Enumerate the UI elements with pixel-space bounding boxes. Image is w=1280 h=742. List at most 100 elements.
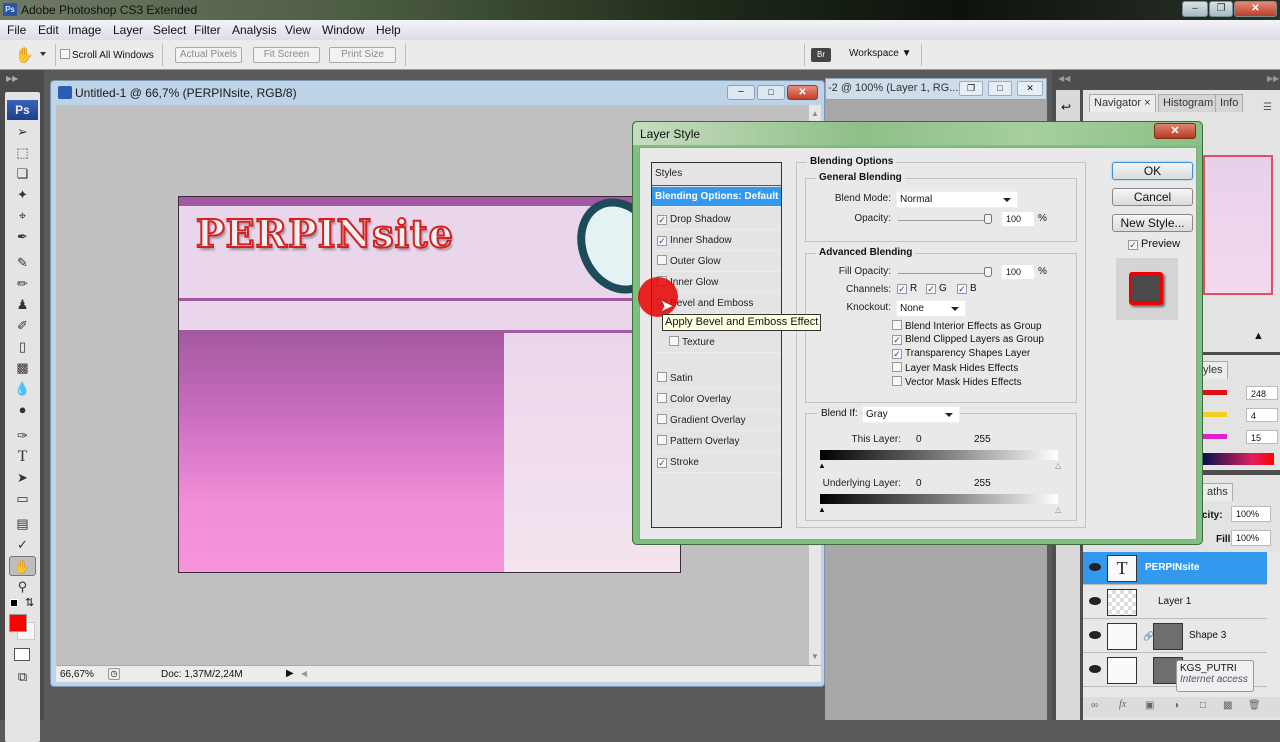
channel-b-checkbox[interactable]: B: [952, 283, 977, 294]
marquee-tool-icon[interactable]: ⬚: [5, 143, 40, 163]
brush-tool-icon[interactable]: ✏: [5, 274, 40, 294]
dialog-close-button[interactable]: ✕: [1154, 123, 1196, 139]
fill-opacity-slider-handle[interactable]: [984, 267, 992, 277]
option-blend-clipped-layers-as-group[interactable]: Blend Clipped Layers as Group: [892, 334, 1044, 345]
style-checkbox[interactable]: [669, 336, 679, 346]
new-layer-icon[interactable]: ▩: [1223, 700, 1232, 711]
swap-colors-icon[interactable]: ⇅: [25, 596, 34, 609]
visibility-eye-icon[interactable]: [1089, 631, 1101, 639]
knockout-select[interactable]: None: [896, 300, 966, 317]
blue-slider[interactable]: [1202, 434, 1227, 439]
style-stroke[interactable]: Stroke: [652, 453, 781, 473]
navigator-preview[interactable]: [1203, 155, 1273, 295]
layer-row-layer1[interactable]: Layer 1: [1083, 586, 1267, 619]
ps-logo[interactable]: Ps: [7, 100, 38, 120]
this-layer-gradient[interactable]: [820, 450, 1058, 460]
pen-tool-icon[interactable]: ✑: [5, 426, 40, 446]
doc-maximize-button[interactable]: □: [757, 85, 785, 100]
green-value[interactable]: 4: [1246, 408, 1278, 422]
visibility-eye-icon[interactable]: [1089, 665, 1101, 673]
option-blend-interior-effects-as-group[interactable]: Blend Interior Effects as Group: [892, 320, 1042, 332]
fx-icon[interactable]: fx: [1119, 699, 1126, 710]
path-selection-tool-icon[interactable]: ➤: [5, 468, 40, 488]
doc2-close-button[interactable]: ✕: [1017, 81, 1043, 96]
add-mask-icon[interactable]: ▣: [1145, 700, 1154, 711]
channel-r-checkbox[interactable]: R: [892, 283, 917, 294]
tab-histogram[interactable]: Histogram: [1158, 94, 1219, 112]
notes-tool-icon[interactable]: ▤: [5, 514, 40, 534]
style-outer-glow[interactable]: Outer Glow: [652, 252, 781, 272]
gradient-tool-icon[interactable]: ▩: [5, 358, 40, 378]
expand-toolbox-icon[interactable]: ▶▶: [6, 74, 18, 83]
clone-stamp-tool-icon[interactable]: ♟: [5, 295, 40, 315]
foreground-color-swatch[interactable]: [9, 614, 27, 632]
underlying-gradient[interactable]: [820, 494, 1058, 504]
history-brush-tool-icon[interactable]: ✐: [5, 316, 40, 336]
style-pattern-overlay[interactable]: Pattern Overlay: [652, 432, 781, 452]
tab-navigator[interactable]: Navigator ×: [1089, 94, 1156, 112]
style-checkbox[interactable]: [657, 372, 667, 382]
dodge-tool-icon[interactable]: ●: [5, 400, 40, 420]
opacity-slider-track[interactable]: [898, 220, 992, 221]
this-layer-black-handle[interactable]: ▲: [818, 461, 826, 470]
dialog-titlebar[interactable]: Layer Style ✕: [633, 122, 1202, 145]
underlying-white-handle[interactable]: △: [1055, 505, 1061, 514]
delete-layer-icon[interactable]: 🗑: [1248, 700, 1261, 711]
tab-paths[interactable]: aths: [1202, 483, 1233, 501]
fill-opacity-slider-track[interactable]: [898, 273, 992, 274]
bridge-icon[interactable]: Br: [811, 48, 831, 62]
new-style-button[interactable]: New Style...: [1112, 214, 1193, 232]
menu-file[interactable]: File: [7, 23, 26, 37]
collapse-dock-icon[interactable]: ◀◀: [1058, 74, 1070, 83]
layer-row-shape3[interactable]: 🔗 Shape 3: [1083, 620, 1267, 653]
actual-pixels-button[interactable]: Actual Pixels: [175, 47, 242, 63]
option-vector-mask-hides-effects[interactable]: Vector Mask Hides Effects: [892, 376, 1022, 388]
crop-tool-icon[interactable]: ⌖: [5, 206, 40, 226]
preview-checkbox[interactable]: Preview: [1123, 238, 1180, 250]
cancel-button[interactable]: Cancel: [1112, 188, 1193, 206]
style-inner-shadow[interactable]: Inner Shadow: [652, 231, 781, 251]
minimize-button[interactable]: –: [1182, 1, 1208, 17]
style-drop-shadow[interactable]: Drop Shadow: [652, 210, 781, 230]
layer-row-perpinsite[interactable]: T PERPINsite: [1083, 552, 1267, 585]
blur-tool-icon[interactable]: 💧: [5, 379, 40, 399]
default-colors-icon[interactable]: [10, 599, 18, 607]
color-spectrum[interactable]: [1202, 453, 1274, 465]
scroll-left-icon[interactable]: ◀: [301, 669, 307, 678]
underlying-black-handle[interactable]: ▲: [818, 505, 826, 514]
type-tool-icon[interactable]: T: [5, 447, 40, 467]
doc-minimize-button[interactable]: –: [727, 85, 755, 100]
close-tab-icon[interactable]: ×: [1144, 97, 1150, 109]
style-color-overlay[interactable]: Color Overlay: [652, 390, 781, 410]
style-checkbox[interactable]: [657, 435, 667, 445]
ok-button[interactable]: OK: [1112, 162, 1193, 180]
opacity-slider-handle[interactable]: [984, 214, 992, 224]
hand-icon[interactable]: ✋: [15, 46, 34, 64]
move-tool-icon[interactable]: ➢: [5, 122, 40, 142]
tab-info[interactable]: Info: [1215, 94, 1244, 112]
layer-fill-field[interactable]: 100%: [1231, 530, 1271, 546]
style-checkbox[interactable]: [657, 215, 667, 225]
adjustment-layer-icon[interactable]: ◑: [1173, 700, 1179, 711]
style-texture[interactable]: Texture: [652, 333, 781, 353]
style-satin[interactable]: Satin: [652, 369, 781, 389]
close-app-button[interactable]: ✕: [1234, 1, 1277, 17]
scroll-all-windows-checkbox[interactable]: Scroll All Windows: [60, 49, 154, 61]
restore-button[interactable]: ❐: [1209, 1, 1233, 17]
new-group-icon[interactable]: □: [1200, 700, 1206, 711]
lasso-tool-icon[interactable]: ❏: [5, 164, 40, 184]
status-info-icon[interactable]: ◷: [108, 668, 120, 680]
shape-tool-icon[interactable]: ▭: [5, 489, 40, 509]
eyedropper-tool-icon[interactable]: ✓: [5, 535, 40, 555]
menu-image[interactable]: Image: [68, 23, 101, 37]
tool-preset-dropdown-icon[interactable]: [40, 52, 46, 56]
zoom-in-mountain-icon[interactable]: ▲: [1253, 330, 1264, 342]
channel-g-checkbox[interactable]: G: [921, 283, 947, 294]
doc2-maximize-button[interactable]: □: [988, 81, 1012, 96]
style-checkbox[interactable]: [657, 458, 667, 468]
menu-layer[interactable]: Layer: [113, 23, 143, 37]
style-checkbox[interactable]: [657, 414, 667, 424]
menu-edit[interactable]: Edit: [38, 23, 59, 37]
menu-analysis[interactable]: Analysis: [232, 23, 277, 37]
option-transparency-shapes-layer[interactable]: Transparency Shapes Layer: [892, 348, 1030, 359]
